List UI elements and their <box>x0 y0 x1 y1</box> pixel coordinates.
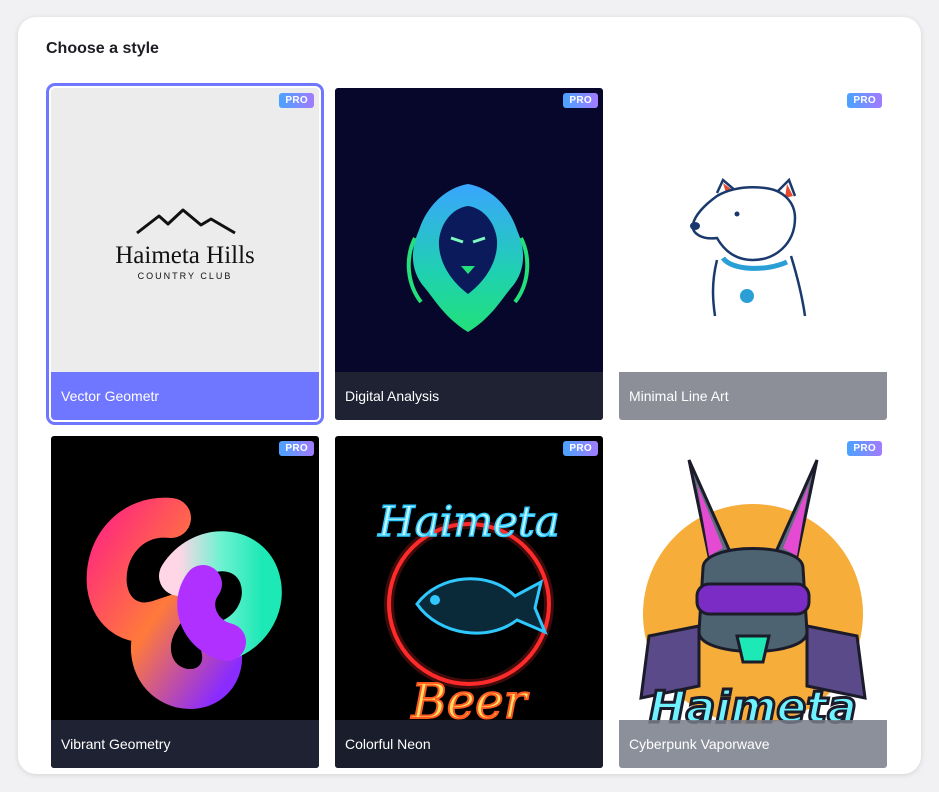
style-card-label: Digital Analysis <box>335 372 603 420</box>
pro-badge: PRO <box>563 93 598 108</box>
style-card-vibrant-geometry[interactable]: Vibrant Geometry PRO <box>51 436 319 768</box>
style-card-label: Colorful Neon <box>335 720 603 768</box>
pro-badge: PRO <box>847 93 882 108</box>
lion-preview <box>335 88 603 420</box>
pro-badge: PRO <box>279 93 314 108</box>
vibrant-knot-preview <box>51 436 319 768</box>
vector-art-text-2: COUNTRY CLUB <box>138 271 233 281</box>
style-card-digital-analysis[interactable]: Digital Analysis PRO <box>335 88 603 420</box>
style-card-cyberpunk-vaporwave[interactable]: Haimeta Cyberpunk Vaporwave PRO <box>619 436 887 768</box>
neon-fish-preview: Haimeta Beer <box>335 436 603 768</box>
pro-badge: PRO <box>279 441 314 456</box>
style-card-label: Cyberpunk Vaporwave <box>619 720 887 768</box>
page-title: Choose a style <box>46 40 159 57</box>
style-card-label: Vector Geometr <box>51 372 319 420</box>
pro-badge: PRO <box>847 441 882 456</box>
style-card-colorful-neon[interactable]: Haimeta Beer Colorful Neon PRO <box>335 436 603 768</box>
vector-geometr-preview: Haimeta Hills COUNTRY CLUB <box>51 88 319 420</box>
dog-preview <box>619 88 887 420</box>
neon-art-text-1: Haimeta <box>377 497 560 546</box>
pro-badge: PRO <box>563 441 598 456</box>
vector-art-text-1: Haimeta Hills <box>115 242 255 269</box>
style-card-vector-geometr[interactable]: Haimeta Hills COUNTRY CLUB Vector Geomet… <box>46 83 324 425</box>
cyber-rabbit-preview: Haimeta <box>619 436 887 768</box>
style-card-label: Vibrant Geometry <box>51 720 319 768</box>
style-card-minimal-line-art[interactable]: Minimal Line Art PRO <box>619 88 887 420</box>
style-card-label: Minimal Line Art <box>619 372 887 420</box>
